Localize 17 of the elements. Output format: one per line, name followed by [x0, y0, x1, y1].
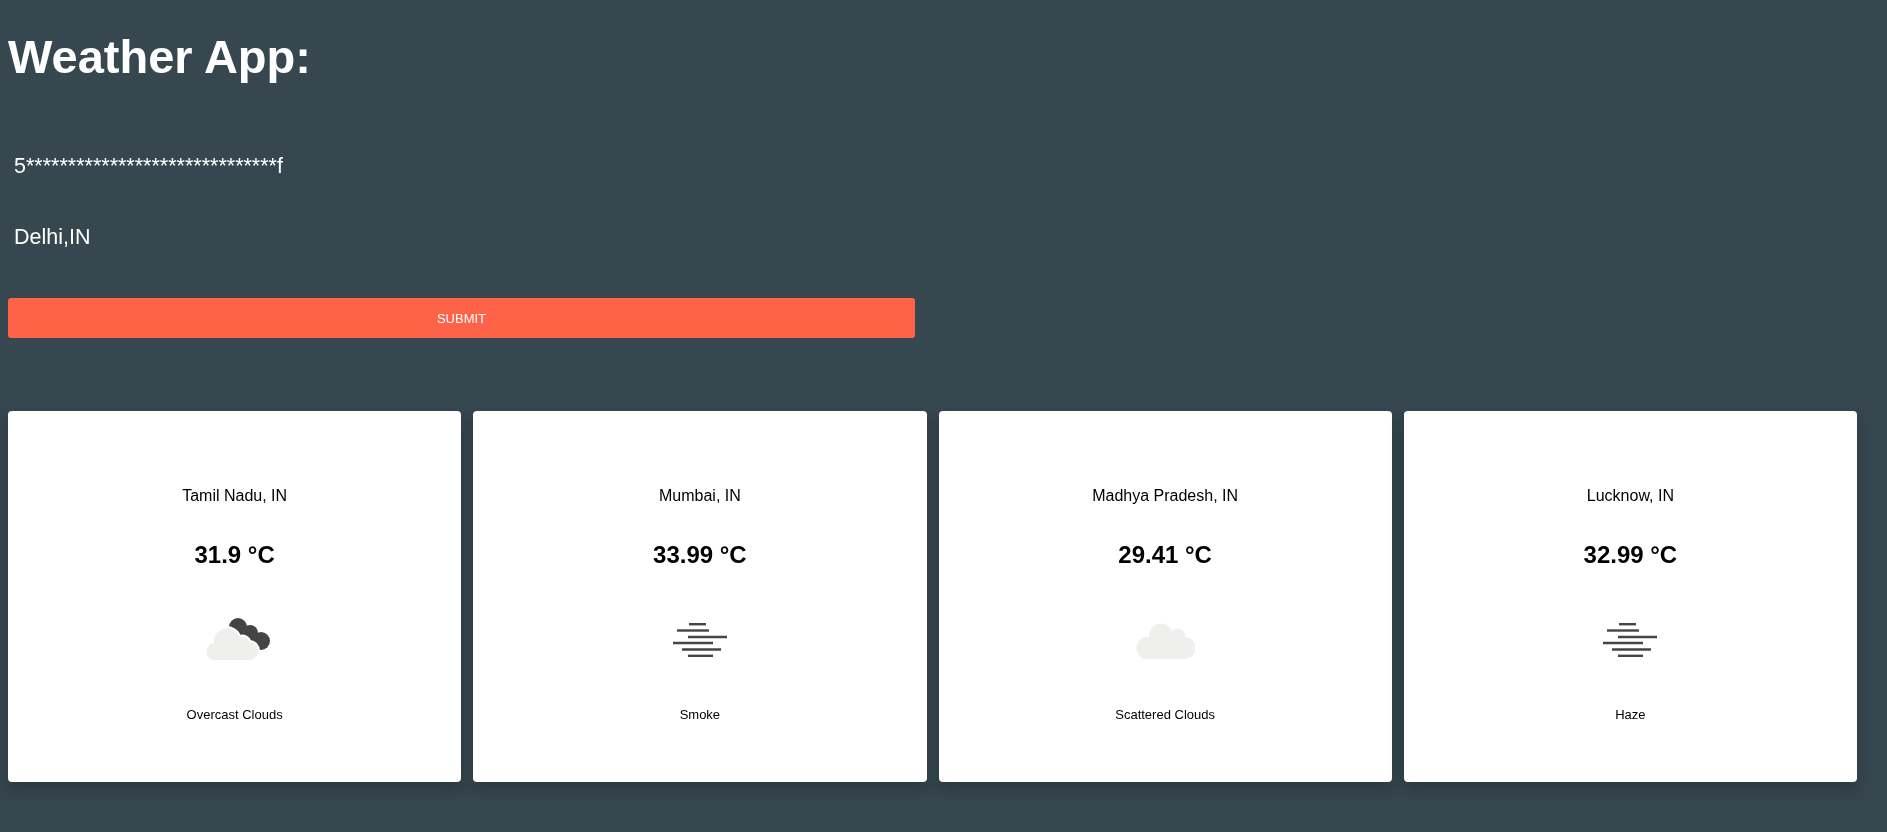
input-field[interactable]: 5******************************f [8, 146, 915, 186]
fog-icon [1603, 623, 1658, 657]
location-label: Madhya Pradesh, IN [1092, 486, 1239, 506]
location-label: Mumbai, IN [658, 486, 741, 506]
temperature-value: 33.99 °C [653, 541, 747, 569]
temperature-value: 29.41 °C [1118, 541, 1212, 569]
app-title: Weather App: [8, 29, 311, 84]
input-field[interactable]: Delhi,IN [8, 217, 915, 257]
location-label: Tamil Nadu, IN [182, 486, 288, 506]
location-label: Lucknow, IN [1586, 486, 1674, 506]
fog-icon [672, 623, 727, 657]
temperature-value: 32.99 °C [1583, 541, 1678, 569]
condition-label: Scattered Clouds [1115, 707, 1215, 723]
condition-label: Haze [1615, 707, 1646, 723]
condition-label: Smoke [679, 707, 721, 723]
temperature-value: 31.9 °C [194, 541, 275, 569]
condition-label: Overcast Clouds [186, 707, 283, 723]
